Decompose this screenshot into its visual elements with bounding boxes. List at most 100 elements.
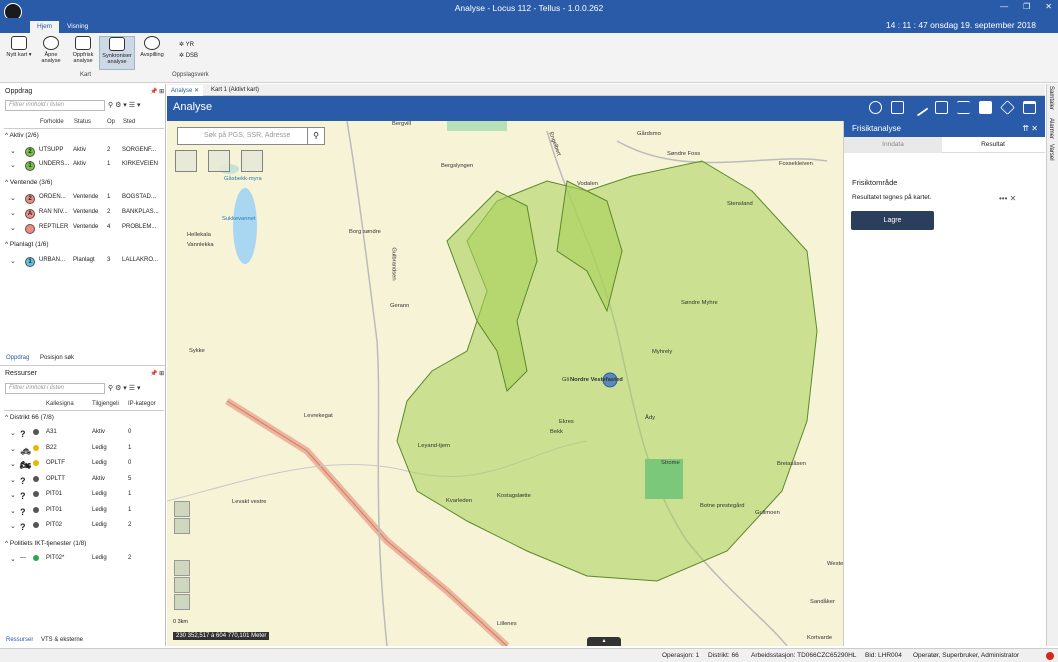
oppdrag-title: Oppdrag xyxy=(5,88,33,95)
oppdrag-row[interactable]: ⌄ A RAN NIV... Ventende 2 BANKPLAS... xyxy=(4,206,162,220)
status-distrikt: Distrikt: 66 xyxy=(708,652,739,659)
frisikt-controls[interactable]: ⇈ ✕ xyxy=(1022,124,1038,133)
resource-row[interactable]: ⌄? OPLTT Aktiv 5 xyxy=(4,473,162,487)
map-label: Levrekegat xyxy=(304,413,333,419)
map-search-input[interactable]: Søk på PGS, SSR, Adresse xyxy=(177,127,325,145)
maximize-button[interactable]: ❐ xyxy=(1023,2,1030,11)
resource-row[interactable]: ⌄? PIT01 Ledig 1 xyxy=(4,504,162,518)
save-button[interactable]: Lagre xyxy=(851,211,934,230)
open-analysis-button[interactable]: Åpne analyse xyxy=(36,36,66,70)
tab-analyse[interactable]: Analyse ✕ xyxy=(167,85,204,96)
close-icon[interactable]: ✕ xyxy=(194,88,199,94)
oppdrag-row[interactable]: ⌄ 2 UTSUPP Aktiv 2 SORGENF... xyxy=(4,144,162,158)
chevron-down-icon[interactable]: ⌄ xyxy=(10,476,16,484)
tab-inndata[interactable]: Inndata xyxy=(844,137,942,153)
zoom-out-icon[interactable] xyxy=(174,594,190,610)
draw-point-icon[interactable] xyxy=(175,150,197,172)
status-indicator-icon xyxy=(1046,652,1054,660)
more-options-icon[interactable]: ••• ✕ xyxy=(999,194,1016,203)
grid-icon[interactable] xyxy=(979,101,992,114)
chevron-down-icon[interactable]: ⌄ xyxy=(10,147,16,155)
chevron-down-icon[interactable]: ⌄ xyxy=(10,224,16,232)
resource-row[interactable]: ⌄? A31 Aktiv 0 xyxy=(4,426,162,440)
resource-row[interactable]: ⌄ 🚓 B22 Ledig 1 xyxy=(4,442,162,456)
chevron-down-icon[interactable]: ⌄ xyxy=(10,209,16,217)
chevron-down-icon[interactable]: ⌄ xyxy=(10,507,16,515)
group-distrikt-66[interactable]: ^ Distrikt 66 (7/8) xyxy=(5,414,54,421)
new-map-button[interactable]: Nytt kart ▾ xyxy=(4,36,34,70)
bag-icon[interactable] xyxy=(891,101,904,114)
tab-posisjon-sok[interactable]: Posisjon søk xyxy=(40,355,74,361)
layers-icon[interactable] xyxy=(1000,100,1015,115)
group-ventende[interactable]: ^ Ventende (3/6) xyxy=(5,179,53,186)
chevron-down-icon[interactable]: ⌄ xyxy=(10,491,16,499)
map-label: Leyand-tjern xyxy=(418,443,451,449)
map-label: Gli xyxy=(562,377,570,383)
measure-icon[interactable] xyxy=(869,101,882,114)
dsb-link[interactable]: ✲ DSB xyxy=(179,52,198,59)
tab-kart-1[interactable]: Kart 1 (Aktivt kart) xyxy=(207,85,263,96)
chevron-down-icon[interactable]: ⌄ xyxy=(10,257,16,265)
chevron-down-icon[interactable]: ⌄ xyxy=(10,460,16,468)
chevron-down-icon[interactable]: ⌄ xyxy=(10,429,16,437)
priority-badge: 2 xyxy=(25,194,35,204)
resource-row[interactable]: ⌄? PIT02 Ledig 2 xyxy=(4,519,162,533)
resource-row[interactable]: ⌄ 🏍 OPLTF Ledig 0 xyxy=(4,457,162,471)
resource-row[interactable]: ⌄ — PIT02* Ledig 2 xyxy=(4,552,162,566)
oppdrag-row[interactable]: ⌄ 1 URBAN... Planlagt 3 LALLAKRO... xyxy=(4,254,162,268)
map-label: Stensland xyxy=(727,201,753,207)
chevron-down-icon[interactable]: ⌄ xyxy=(10,555,16,563)
refresh-analysis-button[interactable]: Oppfrisk analyse xyxy=(68,36,98,70)
pin-icon[interactable]: 📌 ⊞ xyxy=(150,88,164,95)
sync-analysis-button[interactable]: Synkroniser analyse xyxy=(99,36,135,70)
group-label-kart: Kart xyxy=(80,72,92,78)
tab-oppdrag[interactable]: Oppdrag xyxy=(6,355,29,361)
expand-bottom-icon[interactable]: ▴ xyxy=(587,637,621,646)
resource-row[interactable]: ⌄? PIT01 Ledig 1 xyxy=(4,488,162,502)
chevron-down-icon[interactable]: ⌄ xyxy=(10,522,16,530)
tab-ressurser[interactable]: Ressurser xyxy=(6,637,33,643)
pin-icon[interactable]: 📌 ⊞ xyxy=(150,370,164,377)
ribbon-tabs: Hjem Visning 14 : 11 : 47 onsdag 19. sep… xyxy=(0,18,1058,33)
pan-right-icon[interactable] xyxy=(174,518,190,534)
search-icon[interactable]: ⚲ xyxy=(307,127,325,145)
group-politiets-ikt[interactable]: ^ Politiets IKT-tjenester (1/8) xyxy=(5,540,86,547)
close-button[interactable]: ✕ xyxy=(1045,2,1052,11)
filter-icon[interactable] xyxy=(1023,101,1036,114)
tab-hjem[interactable]: Hjem xyxy=(30,21,60,33)
tab-varsel[interactable]: Varsel xyxy=(1048,144,1054,161)
playback-button[interactable]: Avspilling xyxy=(136,36,168,70)
filter-tools-icon[interactable]: ⚲ ⚙ ▾ ☰ ▾ xyxy=(108,384,140,392)
home-icon[interactable] xyxy=(174,560,190,576)
status-dot xyxy=(33,491,39,497)
grid-select-icon[interactable] xyxy=(241,150,263,172)
tab-vts-eksterne[interactable]: VTS & eksterne xyxy=(41,637,83,643)
list-icon[interactable] xyxy=(957,101,970,114)
oppdrag-filter-input[interactable]: Filtrer innhold i listen xyxy=(5,100,105,111)
frisikt-panel: Frisiktanalyse ⇈ ✕ Inndata Resultat Fris… xyxy=(843,121,1045,646)
oppdrag-row[interactable]: ⌄ 1 UNDERS... Aktiv 1 KIRKEVEIEN xyxy=(4,158,162,172)
map-canvas[interactable]: Bergvill Bergslyngen Gåsbekk-myra Sukkev… xyxy=(167,121,1045,646)
zoom-in-icon[interactable] xyxy=(174,577,190,593)
warning-triangle-icon[interactable] xyxy=(208,150,230,172)
filter-tools-icon[interactable]: ⚲ ⚙ ▾ ☰ ▾ xyxy=(108,101,140,109)
ressurser-filter-input[interactable]: Filtrer innhold i listen xyxy=(5,383,105,394)
print-icon[interactable] xyxy=(935,101,948,114)
tab-resultat[interactable]: Resultat xyxy=(944,137,1042,153)
chevron-down-icon[interactable]: ⌄ xyxy=(10,445,16,453)
pan-left-icon[interactable] xyxy=(174,501,190,517)
tab-visning[interactable]: Visning xyxy=(60,21,95,33)
status-arbeidsstasjon: Arbeidsstasjon: TD066CZC65290HL xyxy=(751,652,857,659)
pencil-icon[interactable] xyxy=(910,98,929,117)
group-aktiv[interactable]: ^ Aktiv (2/6) xyxy=(5,132,39,139)
yr-link[interactable]: ✲ YR xyxy=(179,41,194,48)
oppdrag-row[interactable]: ⌄ 2 ORDEN... Ventende 1 BOGSTAD... xyxy=(4,191,162,205)
tab-alarmer[interactable]: Alarmer xyxy=(1048,118,1054,139)
ribbon: Nytt kart ▾ Åpne analyse Oppfrisk analys… xyxy=(0,33,1058,83)
group-planlagt[interactable]: ^ Planlagt (1/6) xyxy=(5,241,49,248)
chevron-down-icon[interactable]: ⌄ xyxy=(10,194,16,202)
chevron-down-icon[interactable]: ⌄ xyxy=(10,161,16,169)
tab-samtaler[interactable]: Samtaler xyxy=(1048,86,1054,110)
minimize-button[interactable]: — xyxy=(1000,2,1008,11)
oppdrag-row[interactable]: ⌄ REPTILER Ventende 4 PROBLEM... xyxy=(4,221,162,235)
